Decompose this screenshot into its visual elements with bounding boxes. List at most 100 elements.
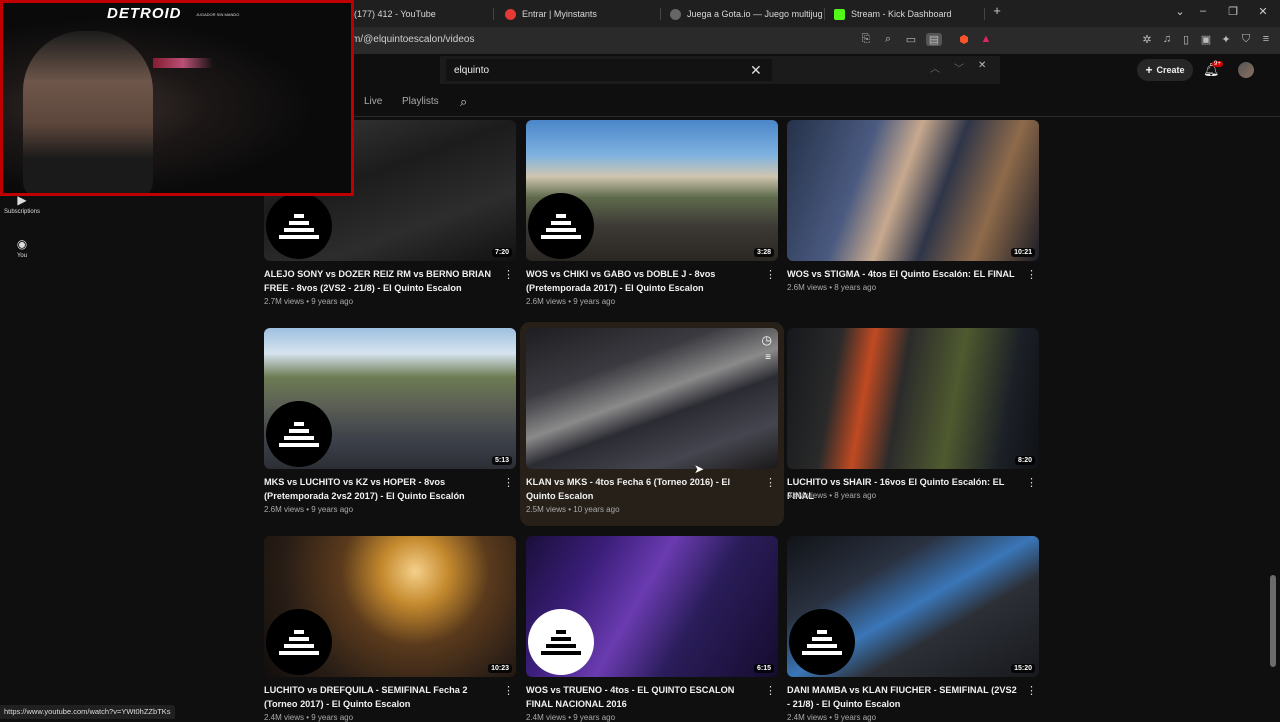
search-input[interactable] (446, 59, 772, 81)
tab-list-chevron-icon[interactable]: ⌄ (1170, 5, 1190, 18)
duration-badge: 3:28 (753, 248, 774, 257)
webcam-overlay: DETROID JUGADOR SIN MANDO (0, 0, 354, 196)
menu-icon[interactable]: ≡ (1258, 33, 1274, 45)
webcam-title: DETROID (107, 5, 182, 22)
video-thumbnail[interactable]: 8:20 (787, 328, 1039, 469)
url-field[interactable]: m/@elquintoescalon/videos (352, 34, 474, 45)
video-card[interactable]: 5:13 MKS vs LUCHITO vs KZ vs HOPER - 8vo… (264, 328, 516, 514)
video-card[interactable]: 8:20 LUCHITO vs SHAIR - 16vos El Quinto … (787, 328, 1039, 501)
video-title[interactable]: LUCHITO vs DREFQUILA - SEMIFINAL Fecha 2… (264, 684, 496, 711)
webcam-subtitle: JUGADOR SIN MANDO (196, 12, 240, 17)
video-card[interactable]: 10:23 LUCHITO vs DREFQUILA - SEMIFINAL F… (264, 536, 516, 722)
webcam-person (23, 31, 153, 193)
cast-icon[interactable]: ▭ (903, 33, 919, 46)
video-thumbnail[interactable]: 10:23 (264, 536, 516, 677)
tab-gota-label: Juega a Gota.io — Juego multijugado (687, 9, 822, 19)
video-title[interactable]: WOS vs STIGMA - 4tos El Quinto Escalón: … (787, 268, 1019, 282)
video-card[interactable]: 10:21 WOS vs STIGMA - 4tos El Quinto Esc… (787, 120, 1039, 292)
find-prev-icon[interactable]: ︿ (930, 60, 940, 75)
watch-later-icon[interactable]: ◷ (762, 333, 772, 347)
video-thumbnail[interactable]: 15:20 (787, 536, 1039, 677)
video-thumbnail[interactable]: 10:21 (787, 120, 1039, 261)
more-options-icon[interactable]: ⋮ (765, 268, 776, 281)
more-options-icon[interactable]: ⋮ (765, 684, 776, 697)
more-options-icon[interactable]: ⋮ (1026, 268, 1037, 281)
myinstants-icon (505, 8, 516, 20)
leo-icon[interactable]: ✦ (1218, 33, 1234, 46)
kick-icon (834, 8, 845, 20)
scrollbar[interactable] (1270, 575, 1276, 667)
gota-icon (670, 8, 681, 20)
tab-divider (352, 116, 1280, 117)
translate-icon[interactable]: ⎘ (858, 33, 874, 46)
tab-youtube[interactable]: (177) 412 - YouTube (340, 3, 490, 25)
video-title[interactable]: KLAN vs MKS - 4tos Fecha 6 (Torneo 2016)… (526, 476, 758, 503)
quinto-escalon-logo (266, 401, 332, 467)
new-tab-button[interactable]: + (987, 3, 1007, 18)
video-thumbnail[interactable]: 5:13 (264, 328, 516, 469)
notification-badge: 9+ (1212, 61, 1223, 67)
video-card[interactable]: 6:15 WOS vs TRUENO - 4tos - EL QUINTO ES… (526, 536, 778, 722)
find-next-icon[interactable]: ﹀ (954, 60, 964, 75)
video-title[interactable]: MKS vs LUCHITO vs KZ vs HOPER - 8vos (Pr… (264, 476, 496, 503)
sidebar-you-label: You (16, 253, 28, 259)
video-card[interactable]: 3:28 WOS vs CHIKI vs GABO vs DOBLE J - 8… (526, 120, 778, 306)
vpn-icon[interactable]: ⛉ (1238, 33, 1254, 46)
more-options-icon[interactable]: ⋮ (1026, 476, 1037, 489)
tab-myinstants[interactable]: Entrar | Myinstants (497, 3, 657, 25)
video-thumbnail[interactable]: 3:28 (526, 120, 778, 261)
avatar[interactable] (1238, 62, 1254, 78)
duration-badge: 10:23 (488, 664, 512, 673)
duration-badge: 10:21 (1011, 248, 1035, 257)
tab-myinstants-label: Entrar | Myinstants (522, 9, 597, 19)
video-meta: 2.4M views • 9 years ago (264, 713, 354, 722)
tab-live[interactable]: Live (364, 96, 382, 107)
zoom-icon[interactable]: ⌕ (880, 33, 896, 46)
duration-badge: 15:20 (1011, 664, 1035, 673)
video-card[interactable]: ◷ ≡ KLAN vs MKS - 4tos Fecha 6 (Torneo 2… (520, 322, 784, 526)
video-title[interactable]: WOS vs TRUENO - 4tos - EL QUINTO ESCALON… (526, 684, 758, 711)
more-options-icon[interactable]: ⋮ (503, 684, 514, 697)
quinto-escalon-logo (528, 193, 594, 259)
video-meta: 2.6M views • 9 years ago (526, 297, 616, 306)
wallet-icon[interactable]: ▣ (1198, 33, 1214, 46)
video-card[interactable]: 15:20 DANI MAMBA vs KLAN FIUCHER - SEMIF… (787, 536, 1039, 722)
video-thumbnail[interactable]: ◷ ≡ (526, 328, 778, 469)
brave-rewards-icon[interactable]: ▲ (978, 33, 994, 45)
video-title[interactable]: WOS vs CHIKI vs GABO vs DOBLE J - 8vos (… (526, 268, 758, 295)
channel-search-icon[interactable]: ⌕ (460, 94, 467, 110)
tab-youtube-label: (177) 412 - YouTube (354, 9, 436, 19)
close-window-icon[interactable]: ✕ (1253, 5, 1273, 18)
video-title[interactable]: DANI MAMBA vs KLAN FIUCHER - SEMIFINAL (… (787, 684, 1019, 711)
extensions-icon[interactable]: ✲ (1139, 33, 1155, 46)
duration-badge: 5:13 (491, 456, 512, 465)
more-options-icon[interactable]: ⋮ (503, 268, 514, 281)
create-button[interactable]: + Create (1137, 59, 1193, 81)
restore-icon[interactable]: ❐ (1223, 5, 1243, 18)
video-title[interactable]: ALEJO SONY vs DOZER REIZ RM vs BERNO BRI… (264, 268, 496, 295)
sidebar-item-subscriptions[interactable]: ▶︎ Subscriptions (2, 193, 42, 215)
sidebar-subscriptions-label: Subscriptions (3, 209, 41, 215)
more-options-icon[interactable]: ⋮ (765, 476, 776, 489)
video-meta: 2.5M views • 10 years ago (526, 505, 620, 514)
sidebar-icon[interactable]: ▯ (1178, 33, 1194, 46)
tab-playlists[interactable]: Playlists (402, 96, 439, 107)
sidebar-item-you[interactable]: ◉ You (2, 237, 42, 259)
quinto-escalon-logo (266, 193, 332, 259)
brave-shield-icon[interactable]: ⬢ (956, 33, 972, 46)
tab-kick[interactable]: Stream - Kick Dashboard (826, 3, 986, 25)
add-to-queue-icon[interactable]: ≡ (765, 352, 771, 363)
video-thumbnail[interactable]: 6:15 (526, 536, 778, 677)
more-options-icon[interactable]: ⋮ (1026, 684, 1037, 697)
clear-search-icon[interactable]: ✕ (750, 62, 762, 79)
quinto-escalon-logo (528, 609, 594, 675)
video-meta: 2.6M views • 8 years ago (787, 283, 877, 292)
minimize-icon[interactable]: – (1193, 5, 1213, 17)
music-icon[interactable]: ♫ (1159, 33, 1175, 45)
reader-icon[interactable]: ▤ (926, 33, 942, 46)
find-close-icon[interactable]: ✕ (978, 60, 986, 71)
more-options-icon[interactable]: ⋮ (503, 476, 514, 489)
tab-gota[interactable]: Juega a Gota.io — Juego multijugado (662, 3, 822, 25)
quinto-escalon-logo (266, 609, 332, 675)
video-meta: 2.4M views • 9 years ago (526, 713, 616, 722)
